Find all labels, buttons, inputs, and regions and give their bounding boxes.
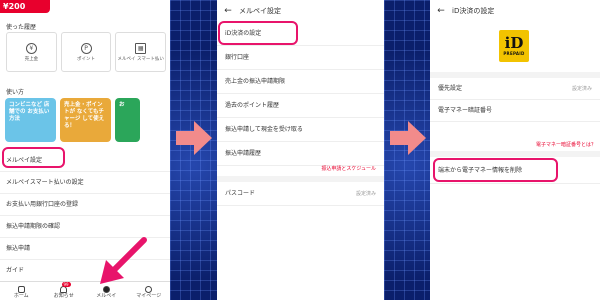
tab-label: お知らせ	[53, 293, 74, 299]
history-row: ¥ 売上金 P ポイント ▦ メルペイ スマート払い	[6, 32, 167, 72]
way-card[interactable]: コンビニなど 店舗での お支払い方法	[5, 98, 56, 142]
pink-arrow-icon	[100, 237, 147, 284]
person-icon	[145, 286, 153, 293]
menu-item[interactable]: メルペイスマート払いの設定	[0, 172, 170, 194]
highlight-box	[2, 147, 65, 168]
home-icon	[17, 286, 25, 293]
notification-badge: 99	[61, 282, 71, 287]
pin-help-link[interactable]: 電子マネー暗証番号とは？	[536, 141, 596, 148]
phone-screen-id-settings: ← iD決済の設定 iD PREPAID 優先設定 設定済み 電子マネー暗証番号…	[430, 0, 600, 300]
screenshot-root: ¥200 使った履歴 ¥ 売上金 P ポイント ▦ メルペイ スマート払い 使い…	[0, 0, 600, 300]
history-points-button[interactable]: P ポイント	[60, 32, 112, 72]
history-smartpay-label: メルペイ スマート払い	[117, 56, 164, 62]
tab-notifications[interactable]: 99 お知らせ	[43, 282, 86, 300]
way-card[interactable]: お	[115, 98, 140, 142]
settings-item[interactable]: 振込申請して現金を受け取る	[217, 118, 384, 142]
page-title: iD決済の設定	[452, 7, 495, 15]
back-arrow-icon[interactable]: ←	[217, 6, 239, 16]
way-card[interactable]: 売上金・ポイントが なくてもチャージ して使える！	[60, 98, 111, 142]
tab-label: ホーム	[13, 293, 29, 299]
menu-item[interactable]: お支払い用銀行口座の登録	[0, 194, 170, 216]
id-logo: iD PREPAID	[499, 30, 529, 62]
passcode-row[interactable]: パスコード 設定済み	[217, 182, 384, 206]
priority-label: 優先設定	[438, 85, 463, 92]
tab-label: マイページ	[136, 293, 162, 299]
way-card-text: コンビニなど 店舗での お支払い方法	[9, 102, 50, 122]
passcode-label: パスコード	[225, 190, 256, 197]
calendar-icon: ▦	[135, 42, 147, 54]
history-points-label: ポイント	[77, 56, 95, 62]
priority-row[interactable]: 優先設定 設定済み	[430, 78, 600, 100]
point-icon: P	[80, 42, 92, 54]
way-card-text: 売上金・ポイントが なくてもチャージ して使える！	[64, 102, 105, 129]
header: ← メルペイ設定	[217, 0, 384, 22]
history-sales-label: 売上金	[24, 56, 39, 62]
emoney-pin-label: 電子マネー暗証番号	[438, 107, 493, 114]
balance-badge: ¥200	[0, 0, 50, 13]
yen-icon: ¥	[25, 42, 37, 54]
ways-carousel[interactable]: コンビニなど 店舗での お支払い方法 売上金・ポイントが なくてもチャージ して…	[5, 98, 170, 142]
phone-screen-mypage: ¥200 使った履歴 ¥ 売上金 P ポイント ▦ メルペイ スマート払い 使い…	[0, 0, 170, 300]
settings-item[interactable]: 銀行口座	[217, 46, 384, 70]
history-title: 使った履歴	[6, 24, 37, 31]
tab-label: メルペイ	[96, 293, 117, 299]
id-logo-text: iD	[504, 34, 524, 52]
way-card-text: お	[119, 102, 125, 108]
tab-home[interactable]: ホーム	[0, 282, 43, 300]
priority-status: 設定済み	[571, 86, 592, 92]
merpay-icon	[102, 286, 110, 293]
top-bar: ¥200	[0, 0, 170, 17]
history-sales-button[interactable]: ¥ 売上金	[6, 32, 57, 72]
phone-screen-merpay-settings: ← メルペイ設定 iD決済の設定 銀行口座 売上金の振込申請期限 過去のポイント…	[217, 0, 384, 300]
step-arrow-icon	[176, 121, 212, 155]
settings-item[interactable]: 過去のポイント履歴	[217, 94, 384, 118]
bell-icon	[60, 286, 68, 293]
passcode-status: 設定済み	[355, 191, 376, 197]
emoney-pin-row[interactable]: 電子マネー暗証番号	[430, 100, 600, 122]
highlight-box	[433, 158, 558, 182]
history-smartpay-button[interactable]: ▦ メルペイ スマート払い	[115, 32, 167, 72]
id-logo-subtext: PREPAID	[503, 51, 525, 56]
highlight-box	[218, 21, 298, 45]
page-title: メルペイ設定	[239, 7, 281, 15]
settings-item[interactable]: 振込申請履歴	[217, 142, 384, 166]
header: ← iD決済の設定	[430, 0, 600, 22]
back-arrow-icon[interactable]: ←	[430, 6, 452, 16]
schedule-link[interactable]: 振込申請とスケジュール	[217, 165, 376, 172]
section-divider	[430, 151, 600, 157]
step-arrow-icon	[390, 121, 426, 155]
menu-item[interactable]: 振込申請期限の確認	[0, 216, 170, 238]
ways-title: 使い方	[6, 89, 25, 96]
settings-item[interactable]: 売上金の振込申請期限	[217, 70, 384, 94]
